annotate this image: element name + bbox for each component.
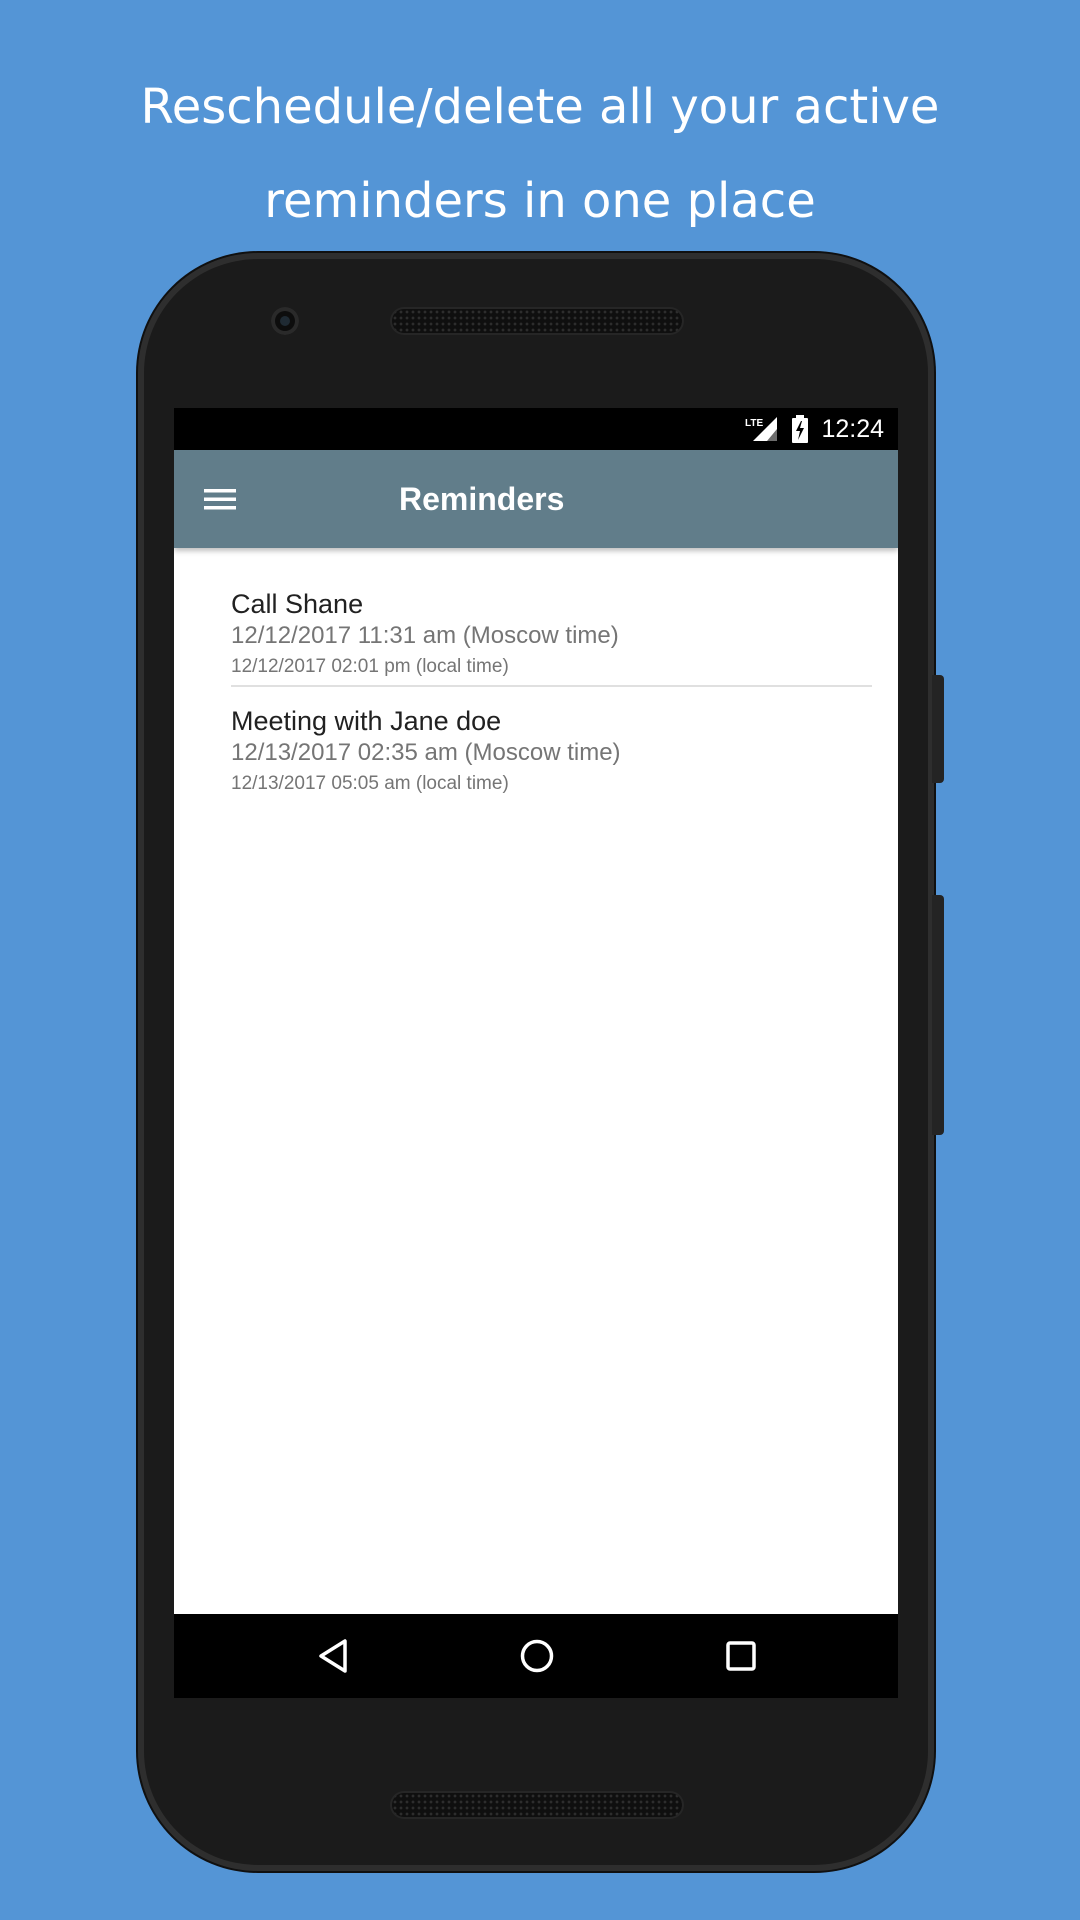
front-camera	[271, 307, 299, 335]
hamburger-menu-icon[interactable]	[202, 483, 238, 515]
reminder-title: Call Shane	[231, 589, 364, 619]
volume-button	[932, 895, 944, 1135]
battery-charging-icon	[792, 415, 809, 443]
promo-headline: Reschedule/delete all your active remind…	[0, 60, 1080, 248]
phone-frame: LTE 12:24 Reminders Call Shane 12/12/201…	[138, 253, 944, 1871]
reminder-item-call-shane[interactable]: Call Shane 12/12/2017 11:31 am (Moscow t…	[231, 548, 872, 687]
page-title: Reminders	[399, 481, 565, 517]
reminder-moscow-time: 12/12/2017 11:31 am (Moscow time)	[231, 622, 619, 649]
svg-text:LTE: LTE	[745, 418, 763, 429]
reminder-moscow-time: 12/13/2017 02:35 am (Moscow time)	[231, 739, 621, 766]
status-bar: LTE 12:24	[174, 408, 898, 450]
power-button	[932, 675, 944, 783]
lte-signal-icon: LTE	[745, 417, 778, 441]
top-speaker-grille	[392, 309, 682, 333]
status-icons: LTE 12:24	[745, 408, 884, 450]
home-circle-icon[interactable]	[515, 1634, 559, 1678]
reminder-item-meeting-jane[interactable]: Meeting with Jane doe 12/13/2017 02:35 a…	[231, 687, 872, 826]
reminder-list: Call Shane 12/12/2017 11:31 am (Moscow t…	[174, 548, 898, 826]
promo-line-1: Reschedule/delete all your active	[140, 79, 940, 135]
navigation-bar	[174, 1614, 898, 1698]
promo-line-2: reminders in one place	[264, 173, 816, 229]
bottom-speaker-grille	[392, 1793, 682, 1817]
app-bar: Reminders	[174, 450, 898, 548]
recents-square-icon[interactable]	[719, 1634, 763, 1678]
back-triangle-icon[interactable]	[312, 1634, 356, 1678]
reminder-local-time: 12/12/2017 02:01 pm (local time)	[231, 656, 509, 677]
reminder-title: Meeting with Jane doe	[231, 706, 502, 736]
reminder-local-time: 12/13/2017 05:05 am (local time)	[231, 773, 509, 794]
phone-screen: LTE 12:24 Reminders Call Shane 12/12/201…	[174, 408, 898, 1698]
status-time: 12:24	[821, 414, 884, 443]
